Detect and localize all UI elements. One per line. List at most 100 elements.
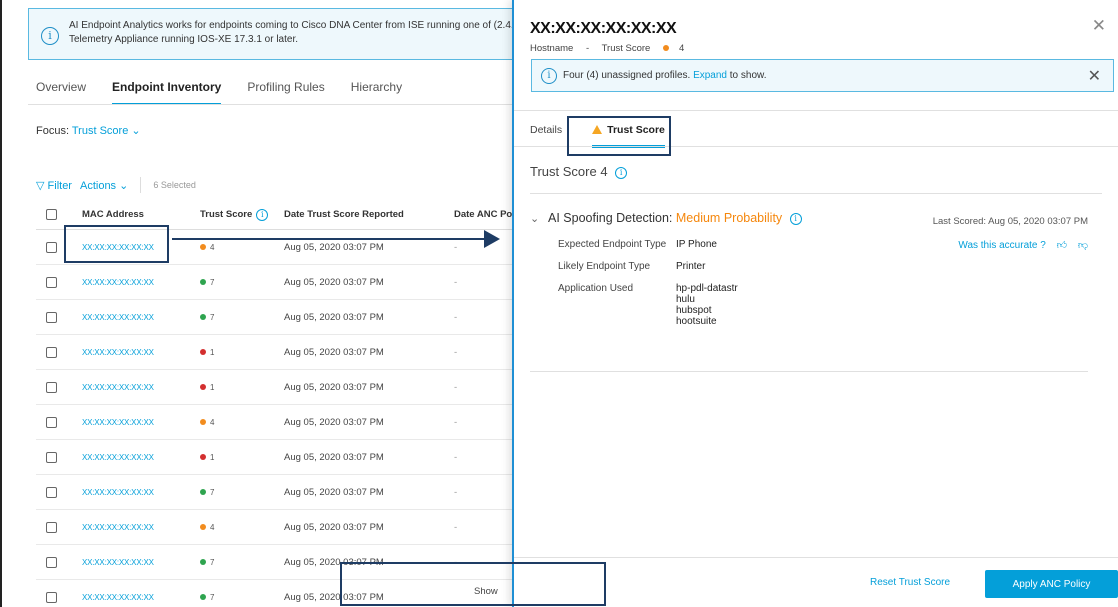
trust-score-number: 7 bbox=[210, 277, 215, 287]
row-checkbox[interactable] bbox=[46, 556, 57, 568]
column-header-trust-score[interactable]: Trust Score i bbox=[200, 200, 269, 229]
select-all-checkbox[interactable] bbox=[46, 209, 57, 220]
section-divider bbox=[530, 371, 1088, 372]
notice-text-end: to show. bbox=[729, 70, 767, 81]
mac-address-link[interactable]: XX:XX:XX:XX:XX:XX bbox=[82, 488, 154, 497]
trust-score-number: 4 bbox=[678, 43, 685, 54]
notice-text: Four (4) unassigned profiles. Expand to … bbox=[563, 70, 766, 81]
mac-address-link[interactable]: XX:XX:XX:XX:XX:XX bbox=[82, 453, 154, 462]
row-checkbox[interactable] bbox=[46, 311, 57, 323]
trust-score-number: 1 bbox=[210, 347, 215, 357]
hostname-value: - bbox=[585, 43, 590, 54]
field-value-expected-type: IP Phone bbox=[676, 239, 717, 250]
apply-anc-policy-button[interactable]: Apply ANC Policy bbox=[985, 570, 1118, 598]
tab-details[interactable]: Details bbox=[530, 124, 562, 148]
spoofing-title: AI Spoofing Detection: bbox=[548, 211, 673, 225]
table-row[interactable]: XX:XX:XX:XX:XX:XX 7 Aug 05, 2020 03:07 PM bbox=[36, 580, 512, 607]
date-reported: Aug 05, 2020 03:07 PM bbox=[284, 416, 384, 428]
trust-score-dot bbox=[200, 279, 206, 285]
trust-score-cell: 1 bbox=[200, 440, 214, 474]
table-row[interactable]: XX:XX:XX:XX:XX:XX 1 Aug 05, 2020 03:07 PM - bbox=[36, 370, 512, 405]
table-row[interactable]: XX:XX:XX:XX:XX:XX 4 Aug 05, 2020 03:07 PM - bbox=[36, 405, 512, 440]
column-header-date[interactable]: Date Trust Score Reported bbox=[284, 200, 404, 229]
trust-score-header-label: Trust Score bbox=[200, 209, 253, 220]
table-row[interactable]: XX:XX:XX:XX:XX:XX 4 Aug 05, 2020 03:07 PM - bbox=[36, 510, 512, 545]
date-anc-policy: - bbox=[454, 276, 458, 288]
table-row[interactable]: XX:XX:XX:XX:XX:XX 1 Aug 05, 2020 03:07 PM - bbox=[36, 335, 512, 370]
row-checkbox[interactable] bbox=[46, 521, 57, 533]
tabs-divider bbox=[514, 146, 1118, 147]
table-row[interactable]: XX:XX:XX:XX:XX:XX 7 Aug 05, 2020 03:07 PM - bbox=[36, 300, 512, 335]
thumbs-up-icon[interactable]: 👍︎ bbox=[1057, 239, 1067, 251]
field-value-applications: hp-pdl-datastr hulu hubspot hootsuite bbox=[676, 283, 738, 327]
mac-address-link[interactable]: XX:XX:XX:XX:XX:XX bbox=[82, 348, 154, 357]
trust-score-number: 7 bbox=[210, 557, 215, 567]
date-anc-policy: - bbox=[454, 521, 458, 533]
thumbs-down-icon[interactable]: 👎︎ bbox=[1078, 239, 1088, 251]
table-row[interactable]: XX:XX:XX:XX:XX:XX 7 Aug 05, 2020 03:07 PM - bbox=[36, 475, 512, 510]
row-checkbox[interactable] bbox=[46, 241, 57, 253]
accuracy-prompt: Was this accurate ? bbox=[958, 240, 1046, 251]
tab-hierarchy[interactable]: Hierarchy bbox=[351, 80, 402, 105]
tab-overview[interactable]: Overview bbox=[36, 80, 86, 105]
mac-address-link[interactable]: XX:XX:XX:XX:XX:XX bbox=[82, 558, 154, 567]
chevron-down-icon: ⌄ bbox=[119, 179, 129, 192]
last-scored: Last Scored: Aug 05, 2020 03:07 PM bbox=[932, 216, 1088, 227]
trust-score-cell: 7 bbox=[200, 300, 214, 334]
table-row[interactable]: XX:XX:XX:XX:XX:XX 7 Aug 05, 2020 03:07 PM - bbox=[36, 265, 512, 300]
drawer-meta: Hostname - Trust Score 4 bbox=[530, 43, 704, 54]
date-reported: Aug 05, 2020 03:07 PM bbox=[284, 276, 384, 288]
date-anc-policy: - bbox=[454, 241, 458, 253]
mac-address-link[interactable]: XX:XX:XX:XX:XX:XX bbox=[82, 243, 154, 252]
filter-button[interactable]: ▽ Filter bbox=[36, 179, 72, 192]
trust-score-label: Trust Score bbox=[601, 43, 651, 54]
focus-dropdown[interactable]: Trust Score ⌄ bbox=[72, 125, 141, 137]
trust-score-dot bbox=[200, 489, 206, 495]
actions-dropdown[interactable]: Actions ⌄ bbox=[80, 179, 128, 192]
drawer-tabs: Details Trust Score bbox=[530, 124, 665, 148]
close-icon[interactable]: ✕ bbox=[1092, 16, 1106, 36]
column-header-mac[interactable]: MAC Address bbox=[82, 200, 144, 229]
row-checkbox[interactable] bbox=[46, 346, 57, 358]
table-row[interactable]: XX:XX:XX:XX:XX:XX 7 Aug 05, 2020 03:07 PM - bbox=[36, 545, 512, 580]
reset-trust-score-button[interactable]: Reset Trust Score bbox=[870, 577, 950, 588]
mac-address-link[interactable]: XX:XX:XX:XX:XX:XX bbox=[82, 418, 154, 427]
spoofing-section-header[interactable]: ⌄ AI Spoofing Detection: Medium Probabil… bbox=[530, 211, 802, 225]
mac-address-link[interactable]: XX:XX:XX:XX:XX:XX bbox=[82, 523, 154, 532]
endpoint-inventory-page: i AI Endpoint Analytics works for endpoi… bbox=[0, 0, 512, 607]
row-checkbox[interactable] bbox=[46, 451, 57, 463]
tab-profiling-rules[interactable]: Profiling Rules bbox=[247, 80, 324, 105]
trust-score-number: 7 bbox=[210, 487, 215, 497]
drawer-footer: Reset Trust Score Apply ANC Policy bbox=[514, 557, 1118, 607]
info-icon: i bbox=[789, 213, 802, 225]
date-anc-policy: - bbox=[454, 451, 458, 463]
trust-score-dot bbox=[200, 384, 206, 390]
mac-address-link[interactable]: XX:XX:XX:XX:XX:XX bbox=[82, 313, 154, 322]
application-item: hp-pdl-datastr bbox=[676, 283, 738, 294]
table-body: XX:XX:XX:XX:XX:XX 4 Aug 05, 2020 03:07 PM -… bbox=[36, 230, 512, 607]
row-checkbox[interactable] bbox=[46, 381, 57, 393]
trust-score-number: 4 bbox=[210, 417, 215, 427]
table-row[interactable]: XX:XX:XX:XX:XX:XX 1 Aug 05, 2020 03:07 PM - bbox=[36, 440, 512, 475]
trust-score-value: 4 bbox=[662, 43, 694, 54]
mac-address-link[interactable]: XX:XX:XX:XX:XX:XX bbox=[82, 593, 154, 602]
expand-link[interactable]: Expand bbox=[693, 70, 727, 81]
info-icon[interactable]: i bbox=[615, 167, 628, 179]
mac-address-link[interactable]: XX:XX:XX:XX:XX:XX bbox=[82, 383, 154, 392]
date-anc-policy: - bbox=[454, 346, 458, 358]
date-reported: Aug 05, 2020 03:07 PM bbox=[284, 241, 384, 253]
tab-endpoint-inventory[interactable]: Endpoint Inventory bbox=[112, 80, 222, 105]
column-header-anc[interactable]: Date ANC Polic bbox=[454, 200, 512, 229]
date-reported: Aug 05, 2020 03:07 PM bbox=[284, 591, 384, 603]
info-icon: i bbox=[256, 208, 269, 221]
row-checkbox[interactable] bbox=[46, 486, 57, 498]
row-checkbox[interactable] bbox=[46, 416, 57, 428]
trust-score-dot bbox=[662, 45, 669, 51]
row-checkbox[interactable] bbox=[46, 591, 57, 603]
mac-address-link[interactable]: XX:XX:XX:XX:XX:XX bbox=[82, 278, 154, 287]
trust-score-heading: Trust Score 4 i bbox=[530, 164, 628, 179]
tab-trust-score[interactable]: Trust Score bbox=[592, 124, 665, 148]
table-row[interactable]: XX:XX:XX:XX:XX:XX 4 Aug 05, 2020 03:07 PM - bbox=[36, 230, 512, 265]
row-checkbox[interactable] bbox=[46, 276, 57, 288]
close-icon[interactable]: ✕ bbox=[1088, 66, 1101, 86]
